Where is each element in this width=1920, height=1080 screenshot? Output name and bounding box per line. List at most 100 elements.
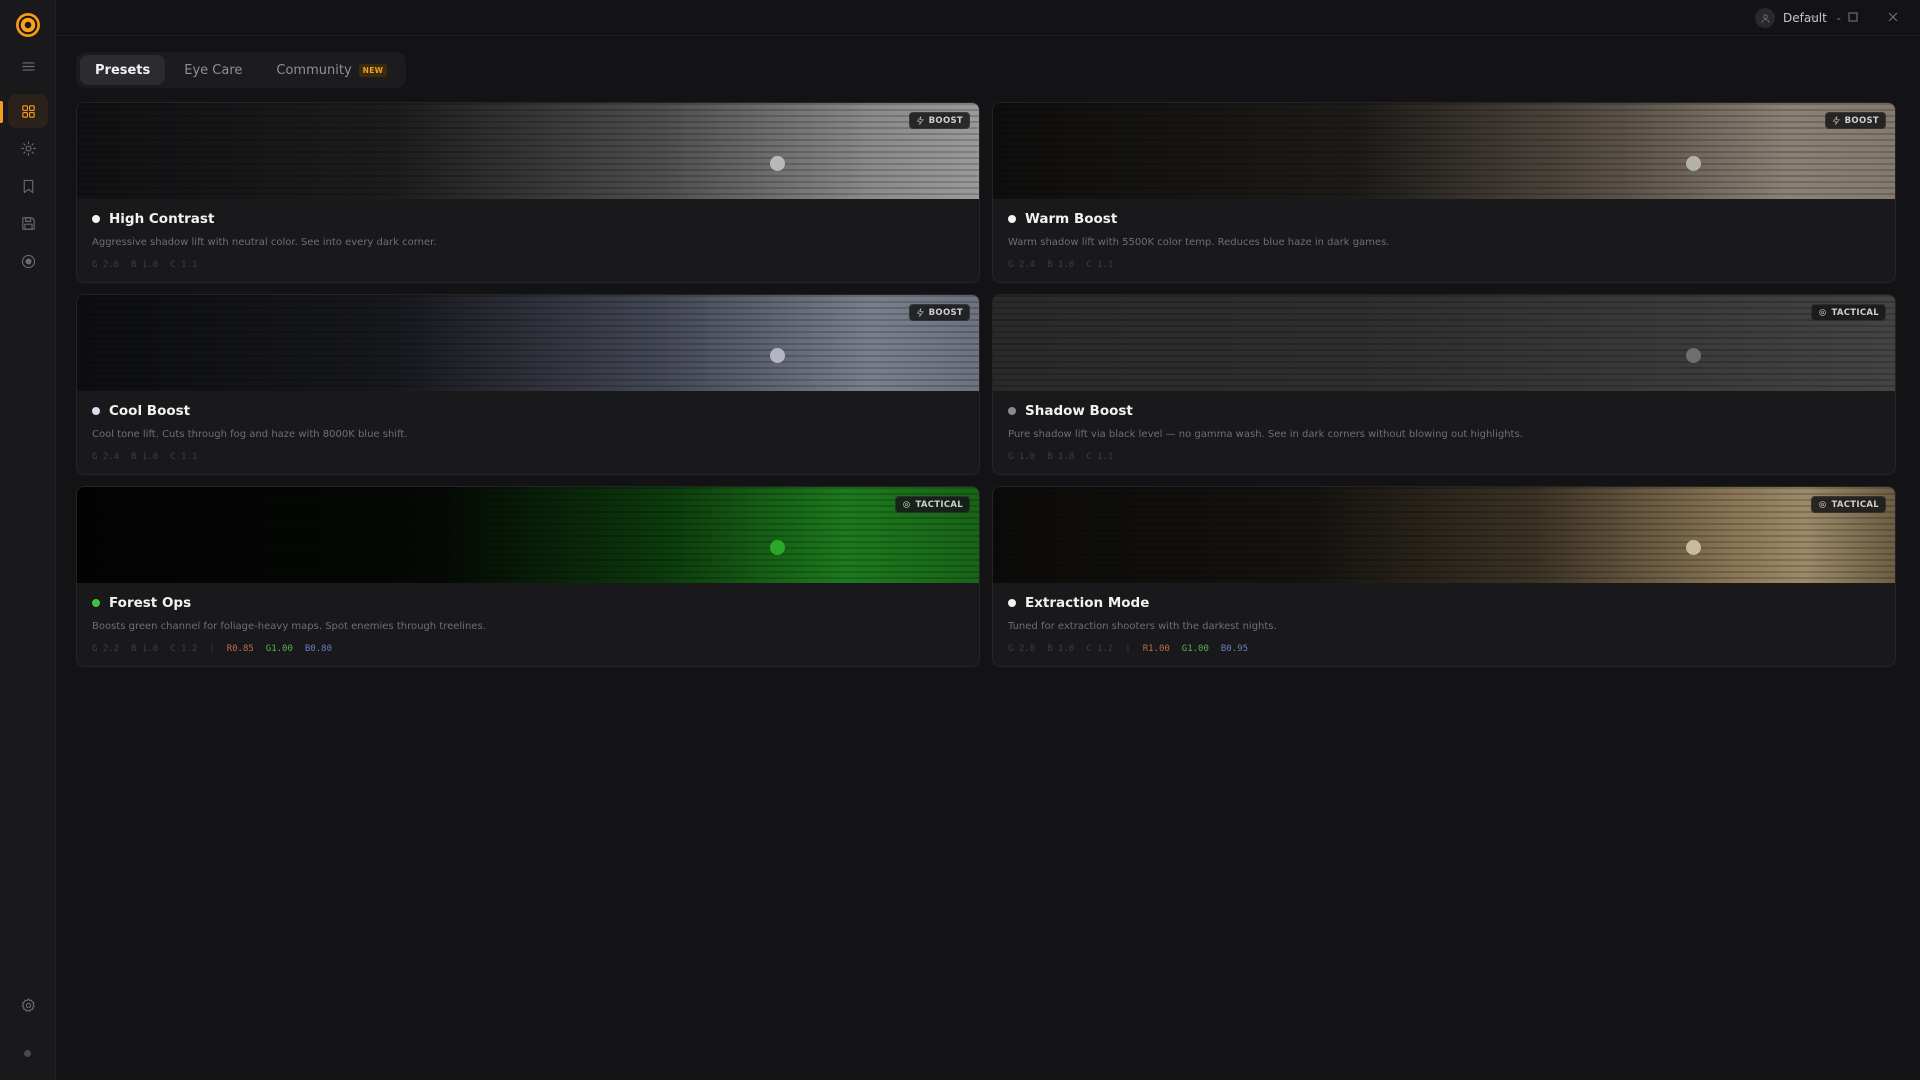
param-green: G1.00 [265,644,293,654]
param-red: R1.00 [1142,644,1170,654]
preset-description: Boosts green channel for foliage-heavy m… [92,621,486,632]
preview-knob [770,540,785,555]
bolt-icon [916,308,924,317]
preset-params: G 1.0 B 1.8 C 1.1 [1008,452,1880,462]
tab-eye-care[interactable]: Eye Care [169,55,257,85]
active-indicator [0,101,3,123]
param-black: B 1.0 [131,452,159,462]
preset-title: High Contrast [109,211,215,227]
preset-badge: TACTICAL [1811,496,1886,513]
param-black: B 1.0 [1047,260,1075,270]
new-badge: NEW [358,63,388,77]
preset-params: G 2.2 B 1.0 C 1.2 | R0.85 G1.00 B0.80 [92,644,964,654]
minimize-icon [1809,16,1817,18]
preset-color-dot [92,599,100,607]
param-gamma: G 2.4 [1008,260,1036,270]
preset-params: G 2.4 B 1.0 C 1.1 [1008,260,1880,270]
preview-knob [770,156,785,171]
param-gamma: G 2.2 [92,644,120,654]
preset-card-forest-ops[interactable]: TACTICAL Forest Ops Boosts green channel… [76,486,980,667]
bolt-icon [1832,116,1840,125]
preset-params: G 2.4 B 1.0 C 1.1 [92,452,964,462]
param-black: B 1.0 [131,260,159,270]
sun-icon [20,140,36,156]
param-black: B 1.0 [131,644,159,654]
preview-knob [1686,540,1701,555]
param-black: B 1.0 [1047,644,1075,654]
preset-badge: BOOST [908,112,970,129]
param-contrast: C 1.1 [1086,452,1114,462]
tab-community[interactable]: Community NEW [261,55,402,85]
preview-knob [1686,348,1701,363]
profile-selector[interactable]: Default ⌄ [1755,7,1842,29]
preview-knob [770,348,785,363]
crosshair-icon [1819,501,1827,508]
preset-color-dot [1008,599,1016,607]
tab-label: Presets [95,62,151,78]
preset-badge: TACTICAL [1811,304,1886,321]
menu-button[interactable] [8,49,48,83]
preset-title: Extraction Mode [1025,595,1150,611]
chevron-down-icon: ⌄ [1834,13,1843,23]
sidebar-item-brightness[interactable] [8,131,48,165]
save-icon [21,216,35,230]
preset-description: Warm shadow lift with 5500K color temp. … [1008,237,1390,248]
maximize-icon [1848,12,1858,22]
preset-color-dot [1008,215,1016,223]
preset-card-warm-boost[interactable]: BOOST Warm Boost Warm shadow lift with 5… [992,102,1896,283]
param-blue: B0.95 [1220,644,1248,654]
param-separator: | [209,644,215,654]
param-blue: B0.80 [304,644,332,654]
param-black: B 1.8 [1047,452,1075,462]
gear-icon [21,997,35,1012]
title-bar: Default ⌄ [56,0,1920,36]
sidebar-item-crosshair[interactable] [8,244,48,278]
bookmark-icon [23,179,33,193]
bolt-icon [916,116,924,125]
param-gamma: G 2.6 [92,260,120,270]
preset-card-shadow-boost[interactable]: TACTICAL Shadow Boost Pure shadow lift v… [992,294,1896,475]
tab-presets[interactable]: Presets [80,55,166,85]
preview-knob [1686,156,1701,171]
param-separator: | [1125,644,1131,654]
param-contrast: C 1.1 [1086,260,1114,270]
preset-badge: BOOST [908,304,970,321]
preset-description: Tuned for extraction shooters with the d… [1008,621,1277,632]
crosshair-icon [903,501,911,508]
preset-title: Shadow Boost [1025,403,1133,419]
param-red: R0.85 [226,644,254,654]
sidebar-item-presets[interactable] [8,94,48,128]
grid-icon [21,104,35,118]
param-contrast: C 1.2 [1086,644,1114,654]
sidebar-item-bookmarks[interactable] [8,169,48,203]
preset-title: Cool Boost [109,403,191,419]
preset-description: Pure shadow lift via black level — no ga… [1008,429,1523,440]
param-green: G1.00 [1181,644,1209,654]
close-button[interactable] [1883,8,1903,26]
preset-card-high-contrast[interactable]: BOOST High Contrast Aggressive shadow li… [76,102,980,283]
preset-preview: TACTICAL [993,295,1895,391]
sidebar [0,0,56,1080]
preset-preview: TACTICAL [993,487,1895,583]
preset-preview: BOOST [77,295,979,391]
param-contrast: C 1.1 [170,452,198,462]
target-icon [21,254,35,268]
settings-button[interactable] [8,988,48,1022]
minimize-button[interactable] [1803,8,1823,26]
preset-title: Forest Ops [109,595,192,611]
param-contrast: C 1.2 [170,644,198,654]
preset-card-extraction-mode[interactable]: TACTICAL Extraction Mode Tuned for extra… [992,486,1896,667]
maximize-button[interactable] [1843,8,1863,26]
preset-color-dot [92,407,100,415]
preset-preview: BOOST [993,103,1895,199]
close-icon [1888,12,1898,22]
preset-color-dot [92,215,100,223]
param-contrast: C 1.1 [170,260,198,270]
preset-card-cool-boost[interactable]: BOOST Cool Boost Cool tone lift. Cuts th… [76,294,980,475]
preset-title: Warm Boost [1025,211,1118,227]
preset-color-dot [1008,407,1016,415]
preset-preview: TACTICAL [77,487,979,583]
sidebar-item-saved[interactable] [8,206,48,240]
user-icon [1760,13,1770,23]
preset-badge: TACTICAL [895,496,970,513]
